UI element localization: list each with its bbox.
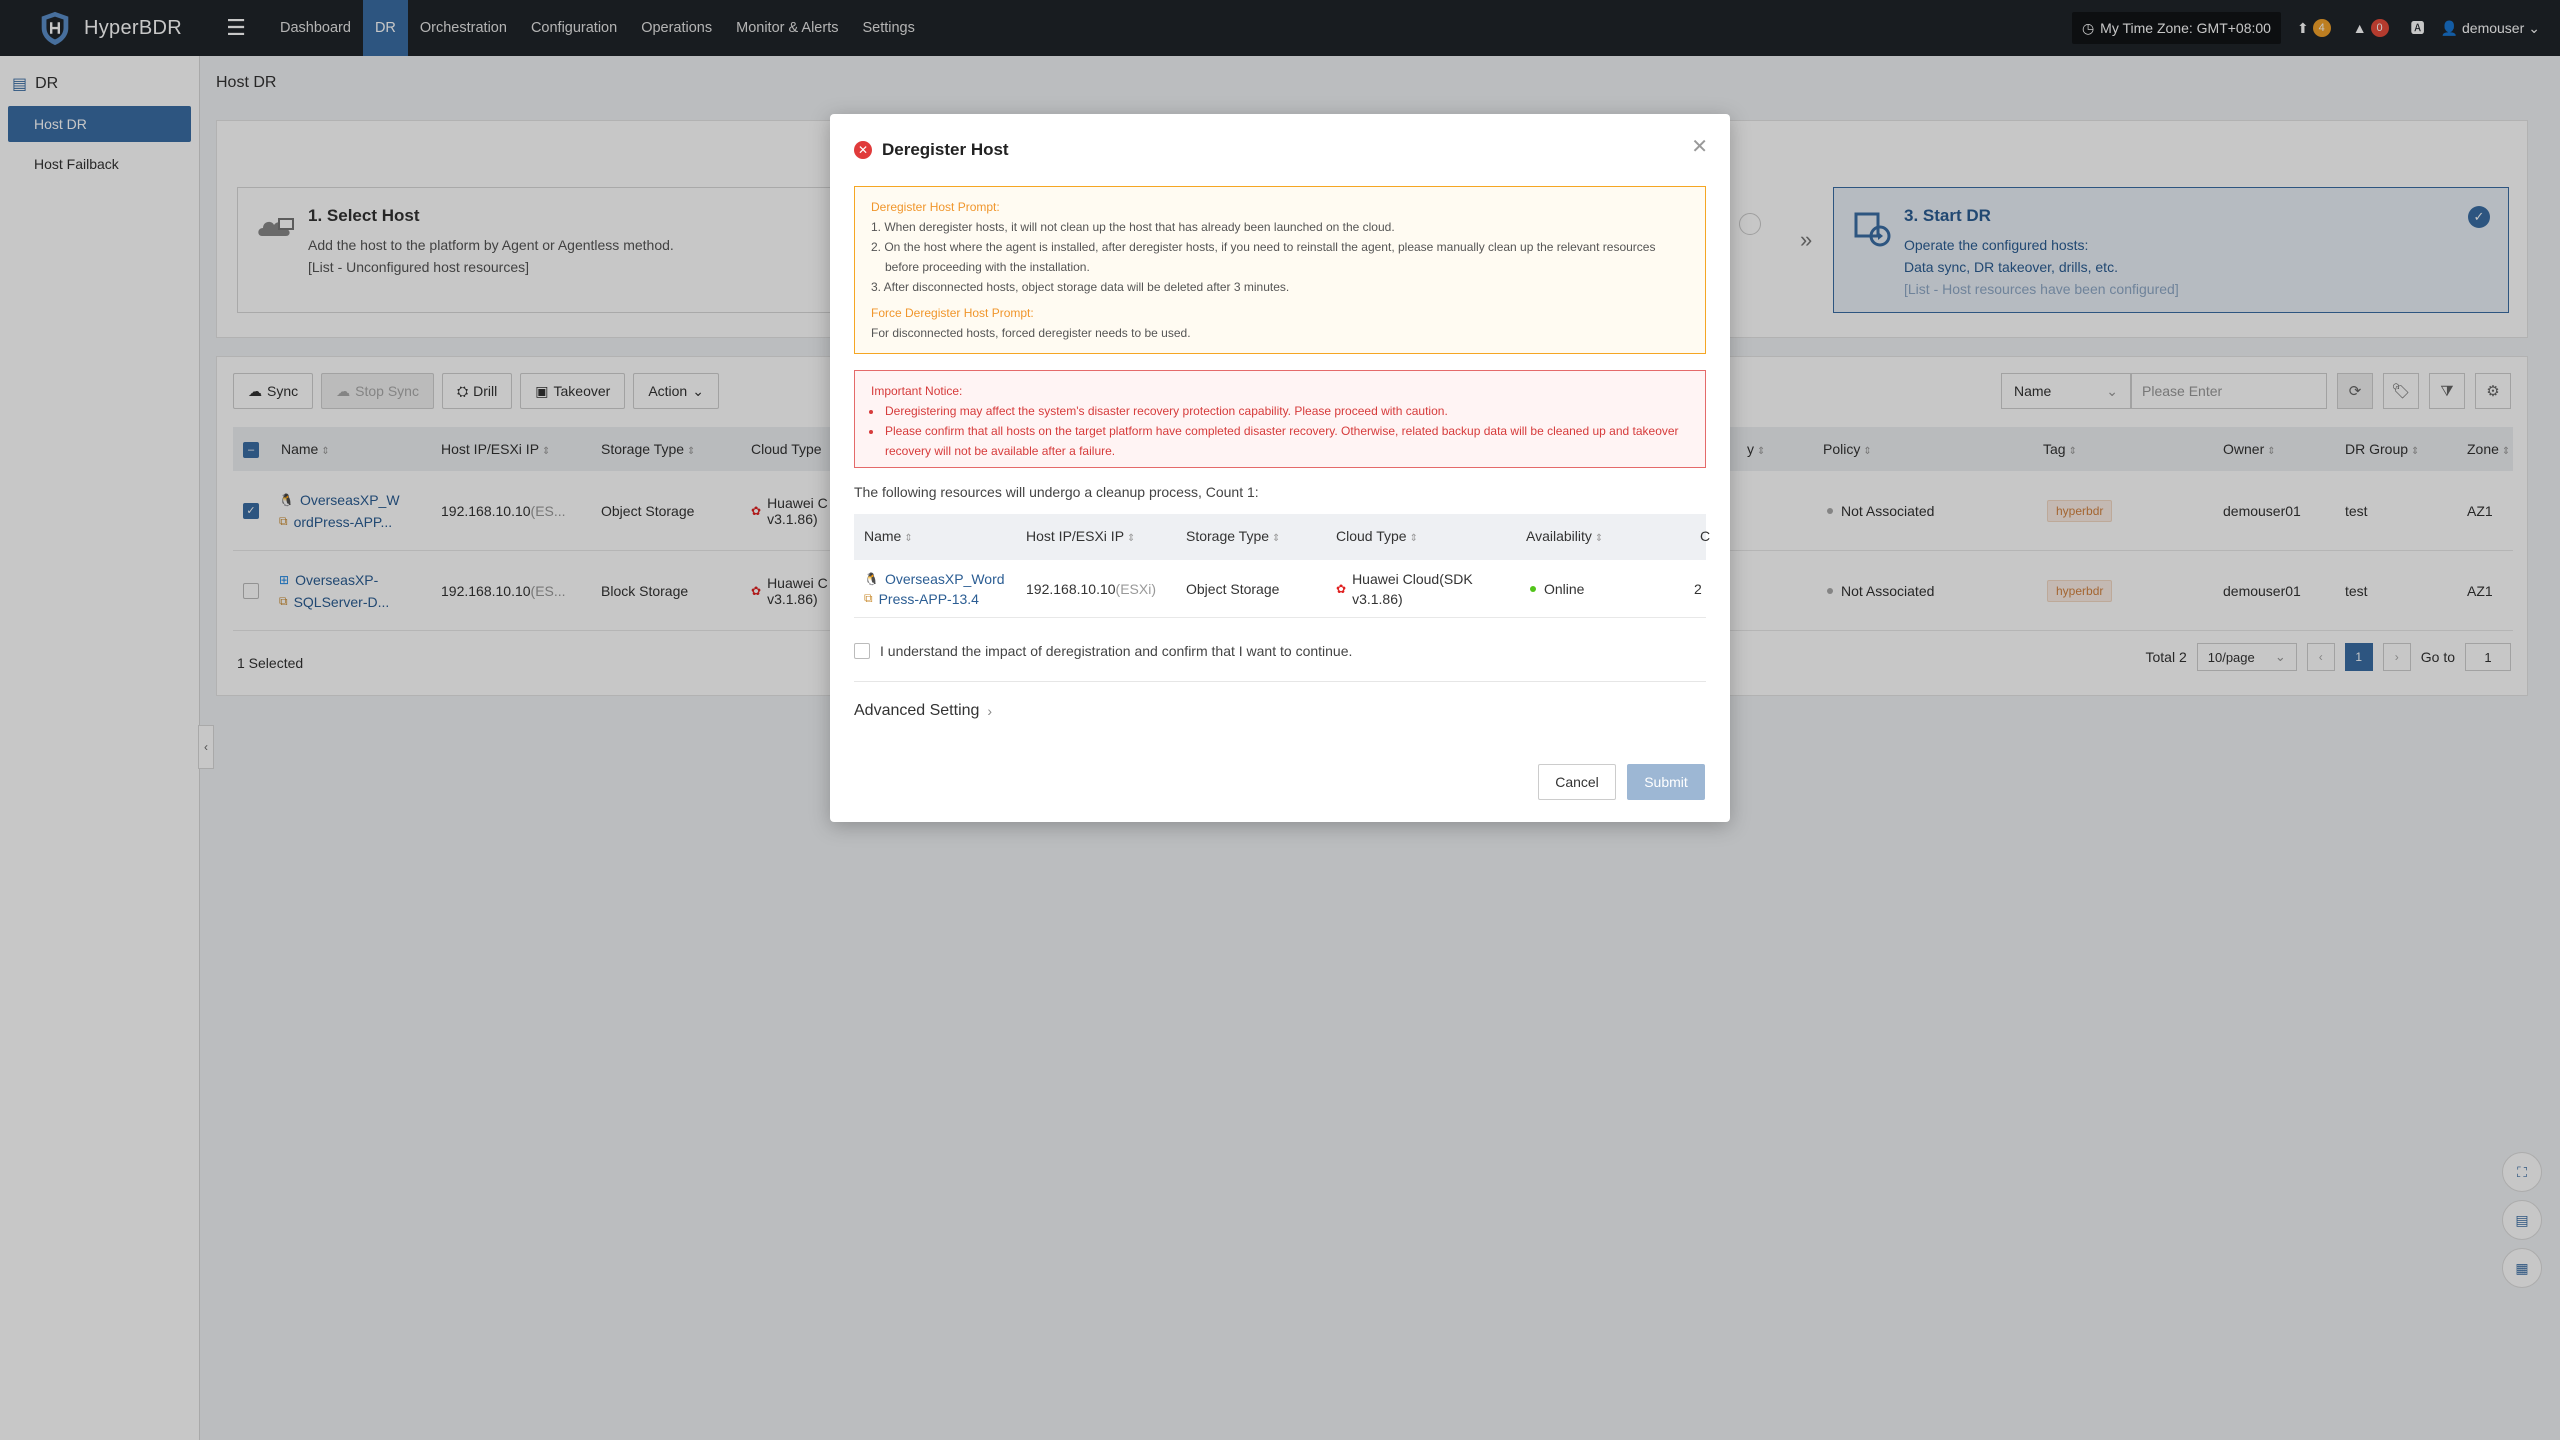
col-cloud[interactable]: Cloud Type ⇕ [1336, 528, 1418, 544]
prompt-line: 1. When deregister hosts, it will not cl… [871, 220, 1395, 234]
prompt-line: 3. After disconnected hosts, object stor… [871, 280, 1290, 294]
advanced-setting-label: Advanced Setting [854, 702, 980, 719]
online-status-dot [1530, 585, 1536, 592]
linux-icon: 🐧 [864, 571, 879, 586]
submit-button[interactable]: Submit [1627, 764, 1705, 800]
availability-cell: Online [1530, 560, 1584, 617]
host-name-link[interactable]: Press-APP-13.4 [879, 589, 979, 609]
col-storage[interactable]: Storage Type ⇕ [1186, 528, 1280, 544]
advanced-setting-toggle[interactable]: Advanced Setting › [854, 702, 992, 720]
sort-icon: ⇕ [1594, 533, 1604, 544]
col-availability[interactable]: Availability ⇕ [1526, 528, 1603, 544]
partial-cell: 2 [1694, 580, 1702, 597]
col-label: C [1700, 528, 1711, 544]
error-circle-icon: ✕ [854, 141, 872, 159]
availability-value: Online [1544, 580, 1585, 597]
sort-icon: ⇕ [904, 533, 913, 544]
host-name-cell: 🐧 OverseasXP_Word ⧉ Press-APP-13.4 [864, 560, 1005, 617]
ip-suffix: (ESXi) [1115, 580, 1156, 597]
confirm-text: I understand the impact of deregistratio… [880, 643, 1353, 659]
col-label: Cloud Type [1336, 528, 1407, 544]
force-prompt-title: Force Deregister Host Prompt: [871, 306, 1034, 320]
deregister-host-dialog: ✕ Deregister Host ✕ Deregister Host Prom… [830, 114, 1730, 822]
col-label: Storage Type [1186, 528, 1270, 544]
notice-title: Important Notice: [871, 384, 963, 398]
confirm-checkbox-row[interactable]: I understand the impact of deregistratio… [854, 643, 1352, 659]
huawei-icon: ✿ [1336, 581, 1347, 596]
col-label: Availability [1526, 528, 1592, 544]
storage-cell: Object Storage [1186, 580, 1280, 597]
col-partial[interactable]: C [1700, 528, 1710, 544]
dialog-title: ✕ Deregister Host [854, 140, 1009, 160]
prompt-title: Deregister Host Prompt: [871, 200, 1000, 214]
notice-line: Please confirm that all hosts on the tar… [883, 421, 1689, 461]
col-name[interactable]: Name ⇕ [864, 528, 913, 544]
dialog-title-text: Deregister Host [882, 140, 1009, 159]
force-prompt-line: For disconnected hosts, forced deregiste… [871, 326, 1191, 340]
col-ip[interactable]: Host IP/ESXi IP ⇕ [1026, 528, 1135, 544]
chevron-right-icon: › [987, 703, 993, 719]
vm-icon: ⧉ [864, 591, 873, 605]
prompt-line: 2. On the host where the agent is instal… [871, 240, 1656, 274]
cloud-cell: ✿ Huawei Cloud(SDK v3.1.86) [1336, 560, 1473, 617]
ip-value: 192.168.10.10 [1026, 580, 1116, 597]
cloud-label: Huawei Cloud(SDK [1352, 570, 1473, 587]
sort-icon: ⇕ [1127, 533, 1136, 544]
ip-cell: 192.168.10.10 (ESXi) [1026, 560, 1156, 617]
sort-icon: ⇕ [1409, 533, 1418, 544]
col-label: Host IP/ESXi IP [1026, 528, 1125, 544]
deregister-prompt-box: Deregister Host Prompt: 1. When deregist… [854, 186, 1706, 354]
cloud-version: v3.1.86) [1352, 590, 1403, 607]
host-name-link[interactable]: OverseasXP_Word [885, 569, 1005, 589]
important-notice-box: Important Notice: Deregistering may affe… [854, 370, 1706, 468]
divider [854, 681, 1706, 682]
cleanup-row[interactable]: 🐧 OverseasXP_Word ⧉ Press-APP-13.4 192.168… [854, 560, 1706, 618]
col-label: Name [864, 528, 902, 544]
cleanup-count-text: The following resources will undergo a c… [854, 484, 1259, 500]
close-icon[interactable]: ✕ [1691, 134, 1708, 159]
cleanup-table: Name ⇕ Host IP/ESXi IP ⇕ Storage Type ⇕ Clo… [854, 514, 1710, 618]
confirm-checkbox[interactable] [854, 643, 870, 659]
notice-line: Deregistering may affect the system's di… [883, 401, 1689, 421]
cancel-button[interactable]: Cancel [1538, 764, 1616, 800]
sort-icon: ⇕ [1272, 533, 1281, 544]
cleanup-table-header: Name ⇕ Host IP/ESXi IP ⇕ Storage Type ⇕ Clo… [854, 514, 1710, 560]
